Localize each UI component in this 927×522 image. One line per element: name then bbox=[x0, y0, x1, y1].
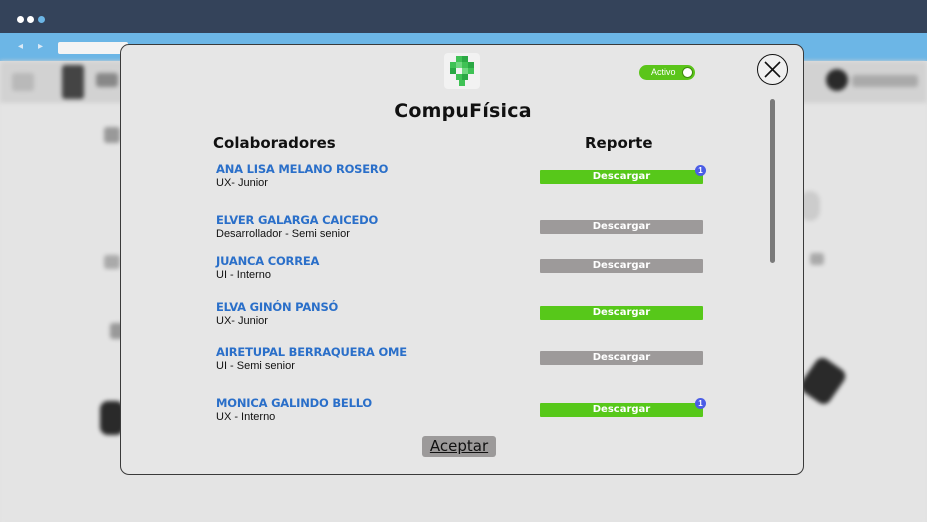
collaborator-role: UX- Junior bbox=[216, 315, 268, 327]
background-text bbox=[852, 75, 918, 87]
background-text bbox=[810, 253, 824, 265]
close-icon bbox=[764, 61, 781, 78]
collaborator-role: Desarrollador - Semi senior bbox=[216, 228, 350, 240]
collaborator-role: UI - Interno bbox=[216, 269, 272, 281]
notification-badge: 1 bbox=[695, 165, 706, 176]
window-dot-icon[interactable] bbox=[38, 16, 45, 23]
window-dot-icon[interactable] bbox=[27, 16, 34, 23]
collaborator-name[interactable]: ELVER GALARGA CAICEDO bbox=[216, 213, 378, 227]
column-header-report: Reporte bbox=[585, 134, 653, 152]
collaborator-role: UX - Interno bbox=[216, 411, 276, 423]
close-button[interactable] bbox=[757, 54, 788, 85]
modal-title: CompuFísica bbox=[394, 100, 532, 122]
collaborator-name[interactable]: ANA LISA MELANO ROSERO bbox=[216, 162, 388, 176]
download-report-button[interactable]: Descargar bbox=[540, 403, 703, 417]
url-input[interactable] bbox=[58, 42, 128, 54]
collaborators-report-modal: CompuFísica Activo Colaboradores Reporte… bbox=[120, 44, 804, 475]
collaborator-row: AIRETUPAL BERRAQUERA OME UI - Semi senior… bbox=[121, 345, 805, 385]
collaborator-name[interactable]: AIRETUPAL BERRAQUERA OME bbox=[216, 345, 407, 359]
background-text bbox=[104, 127, 120, 143]
toggle-knob bbox=[682, 67, 693, 78]
background-shape bbox=[797, 354, 849, 408]
collaborator-name[interactable]: ELVA GINÓN PANSÓ bbox=[216, 300, 338, 314]
background-avatar bbox=[826, 69, 848, 91]
background-icon bbox=[12, 73, 34, 91]
toggle-label: Activo bbox=[651, 67, 676, 77]
collaborator-name[interactable]: MONICA GALINDO BELLO bbox=[216, 396, 372, 410]
download-report-button[interactable]: Descargar bbox=[540, 259, 703, 273]
download-report-button[interactable]: Descargar bbox=[540, 220, 703, 234]
active-toggle[interactable]: Activo bbox=[639, 65, 695, 80]
download-report-button[interactable]: Descargar bbox=[540, 351, 703, 365]
background-text bbox=[104, 255, 120, 269]
collaborator-row: JUANCA CORREA UI - Interno Descargar bbox=[121, 254, 805, 294]
compufisica-logo-icon bbox=[444, 53, 480, 89]
background-text bbox=[96, 73, 118, 87]
collaborator-row: ELVER GALARGA CAICEDO Desarrollador - Sem… bbox=[121, 213, 805, 253]
collaborator-role: UX- Junior bbox=[216, 177, 268, 189]
back-arrow-icon[interactable]: ◂ bbox=[18, 40, 23, 54]
collaborator-row: ELVA GINÓN PANSÓ UX- Junior Descargar bbox=[121, 300, 805, 340]
window-dot-icon[interactable] bbox=[17, 16, 24, 23]
download-report-button[interactable]: Descargar bbox=[540, 170, 703, 184]
column-header-collaborators: Colaboradores bbox=[213, 134, 336, 152]
collaborator-name[interactable]: JUANCA CORREA bbox=[216, 254, 319, 268]
forward-arrow-icon[interactable]: ▸ bbox=[38, 40, 43, 54]
collaborator-row: MONICA GALINDO BELLO UX - Interno Descarga… bbox=[121, 396, 805, 436]
background-logo bbox=[62, 65, 84, 99]
browser-titlebar bbox=[0, 0, 927, 33]
download-report-button[interactable]: Descargar bbox=[540, 306, 703, 320]
collaborator-row: ANA LISA MELANO ROSERO UX- Junior Descarga… bbox=[121, 162, 805, 202]
collaborator-role: UI - Semi senior bbox=[216, 360, 295, 372]
notification-badge: 1 bbox=[695, 398, 706, 409]
accept-button[interactable]: Aceptar bbox=[422, 436, 496, 457]
